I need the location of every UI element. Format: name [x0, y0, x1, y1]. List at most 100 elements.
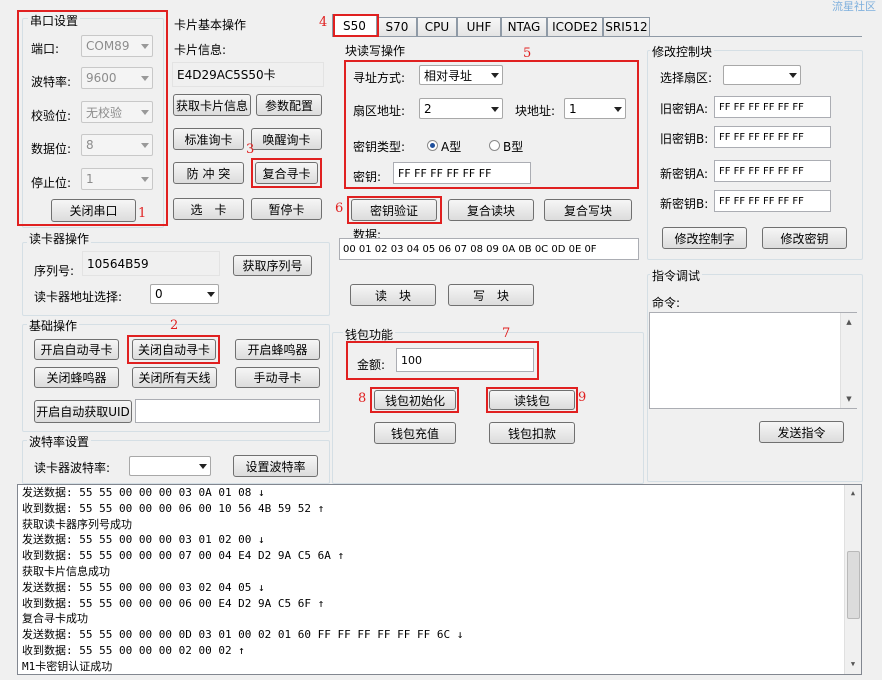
halt-card-button[interactable]: 暂停卡: [251, 198, 322, 220]
log-line: 收到数据: 55 55 00 00 00 07 00 04 E4 D2 9A C…: [22, 549, 345, 563]
anticollision-button[interactable]: 防 冲 突: [173, 162, 244, 184]
combo-read-block-button[interactable]: 复合读块: [448, 199, 534, 221]
parity-select[interactable]: 无校验: [81, 101, 153, 123]
combo-write-block-button[interactable]: 复合写块: [544, 199, 632, 221]
wallet-read-button[interactable]: 读钱包: [489, 390, 575, 410]
reader-title: 读卡器操作: [27, 230, 92, 247]
send-cmd-button[interactable]: 发送指令: [759, 421, 844, 443]
key-type-b-radio[interactable]: [489, 140, 500, 151]
reader-baud-label: 读卡器波特率:: [34, 461, 111, 475]
databits-label: 数据位:: [31, 142, 72, 156]
key-verify-button[interactable]: 密钥验证: [351, 199, 437, 221]
port-label: 端口:: [31, 42, 60, 56]
scroll-up-icon[interactable]: ▲: [841, 315, 857, 329]
annotation-number-7: 7: [502, 326, 511, 341]
baud-title: 波特率设置: [27, 433, 92, 450]
ctrl-sector-select[interactable]: [723, 65, 801, 85]
close-port-button[interactable]: 关闭串口: [51, 199, 136, 222]
key-type-label: 密钥类型:: [353, 140, 406, 154]
get-serial-button[interactable]: 获取序列号: [233, 255, 312, 276]
old-key-b-input[interactable]: FF FF FF FF FF FF: [714, 126, 831, 148]
get-card-info-button[interactable]: 获取卡片信息: [173, 94, 251, 116]
modify-ctrl-word-button[interactable]: 修改控制字: [662, 227, 747, 249]
tab-strip-line: [332, 36, 862, 37]
log-line: 发送数据: 55 55 00 00 00 03 01 02 00 ↓: [22, 533, 265, 547]
new-key-b-input[interactable]: FF FF FF FF FF FF: [714, 190, 831, 212]
new-key-a-input[interactable]: FF FF FF FF FF FF: [714, 160, 831, 182]
read-block-button[interactable]: 读 块: [350, 284, 436, 306]
block-rw-title: 块读写操作: [345, 44, 406, 58]
modify-key-button[interactable]: 修改密钥: [762, 227, 847, 249]
scroll-up-icon[interactable]: ▲: [845, 487, 861, 501]
port-select[interactable]: COM89: [81, 35, 153, 57]
scroll-thumb[interactable]: [847, 551, 860, 619]
addr-mode-select[interactable]: 相对寻址: [419, 65, 503, 85]
sector-addr-select[interactable]: 2: [419, 98, 503, 119]
reader-addr-select[interactable]: 0: [150, 284, 219, 304]
log-line: 收到数据: 55 55 00 00 00 06 00 E4 D2 9A C5 6…: [22, 596, 325, 610]
baud-select[interactable]: 9600: [81, 67, 153, 89]
tab-icode2[interactable]: ICODE2: [547, 17, 603, 36]
reader-serial-field: 10564B59: [82, 251, 220, 276]
cmd-scrollbar[interactable]: ▲ ▼: [840, 313, 857, 408]
ctrl-block-title: 修改控制块: [650, 43, 715, 60]
card-info-label: 卡片信息:: [174, 43, 227, 57]
wallet-deduct-button[interactable]: 钱包扣款: [489, 422, 575, 444]
uid-field[interactable]: [135, 399, 320, 423]
key-type-a-radio[interactable]: [427, 140, 438, 151]
old-key-a-input[interactable]: FF FF FF FF FF FF: [714, 96, 831, 118]
reader-serial-label: 序列号:: [34, 264, 75, 278]
basic-ops-title: 基础操作: [27, 317, 80, 334]
parity-label: 校验位:: [31, 109, 72, 123]
wallet-init-button[interactable]: 钱包初始化: [374, 390, 456, 410]
scroll-down-icon[interactable]: ▼: [841, 392, 857, 406]
key-label: 密钥:: [353, 170, 382, 184]
set-baud-button[interactable]: 设置波特率: [233, 455, 318, 477]
annotation-number-6: 6: [335, 201, 344, 216]
buzzer-on-button[interactable]: 开启蜂鸣器: [235, 339, 320, 360]
auto-uid-button[interactable]: 开启自动获取UID: [34, 400, 132, 423]
key-type-a-label: A型: [441, 140, 462, 154]
auto-find-off-button[interactable]: 关闭自动寻卡: [132, 339, 216, 360]
write-block-button[interactable]: 写 块: [448, 284, 534, 306]
auto-find-on-button[interactable]: 开启自动寻卡: [34, 339, 119, 360]
databits-select[interactable]: 8: [81, 134, 153, 156]
annotation-number-8: 8: [358, 391, 367, 406]
log-output[interactable]: 发送数据: 55 55 00 00 00 03 0A 01 08 ↓ 收到数据:…: [17, 484, 862, 675]
amount-input[interactable]: 100: [396, 348, 534, 372]
wallet-charge-button[interactable]: 钱包充值: [374, 422, 456, 444]
cmd-input[interactable]: [649, 312, 857, 409]
standard-find-card-button[interactable]: 标准询卡: [173, 128, 244, 150]
combo-find-card-button[interactable]: 复合寻卡: [255, 162, 318, 184]
manual-find-button[interactable]: 手动寻卡: [235, 367, 320, 388]
addr-mode-label: 寻址方式:: [353, 71, 406, 85]
tab-cpu[interactable]: CPU: [417, 17, 457, 36]
wake-find-card-button[interactable]: 唤醒询卡: [251, 128, 322, 150]
select-card-button[interactable]: 选 卡: [173, 198, 244, 220]
tab-ntag[interactable]: NTAG: [501, 17, 547, 36]
scroll-down-icon[interactable]: ▼: [845, 658, 861, 672]
annotation-number-9: 9: [578, 390, 587, 405]
annotation-number-2: 2: [170, 318, 179, 333]
antenna-off-button[interactable]: 关闭所有天线: [132, 367, 217, 388]
log-line: M1卡密钥认证成功: [22, 659, 113, 673]
data-input[interactable]: 00 01 02 03 04 05 06 07 08 09 0A 0B 0C 0…: [339, 238, 639, 260]
serial-settings-title: 串口设置: [28, 12, 81, 29]
block-addr-select[interactable]: 1: [564, 98, 626, 119]
stopbits-select[interactable]: 1: [81, 168, 153, 190]
param-config-button[interactable]: 参数配置: [256, 94, 322, 116]
log-line: 发送数据: 55 55 00 00 00 0D 03 01 00 02 01 6…: [22, 628, 464, 642]
tab-s50[interactable]: S50: [332, 14, 377, 37]
baud-label: 波特率:: [31, 75, 72, 89]
annotation-number-1: 1: [138, 206, 147, 221]
buzzer-off-button[interactable]: 关闭蜂鸣器: [34, 367, 119, 388]
key-input[interactable]: FF FF FF FF FF FF: [393, 162, 531, 184]
reader-baud-select[interactable]: [129, 456, 211, 476]
log-scrollbar[interactable]: ▲ ▼: [844, 485, 861, 674]
log-line: 发送数据: 55 55 00 00 00 03 02 04 05 ↓: [22, 580, 265, 594]
tab-uhf[interactable]: UHF: [457, 17, 501, 36]
tab-s70[interactable]: S70: [377, 17, 417, 36]
old-key-a-label: 旧密钥A:: [660, 102, 709, 116]
tab-sri512[interactable]: SRI512: [603, 17, 650, 36]
block-addr-label: 块地址:: [515, 104, 556, 118]
